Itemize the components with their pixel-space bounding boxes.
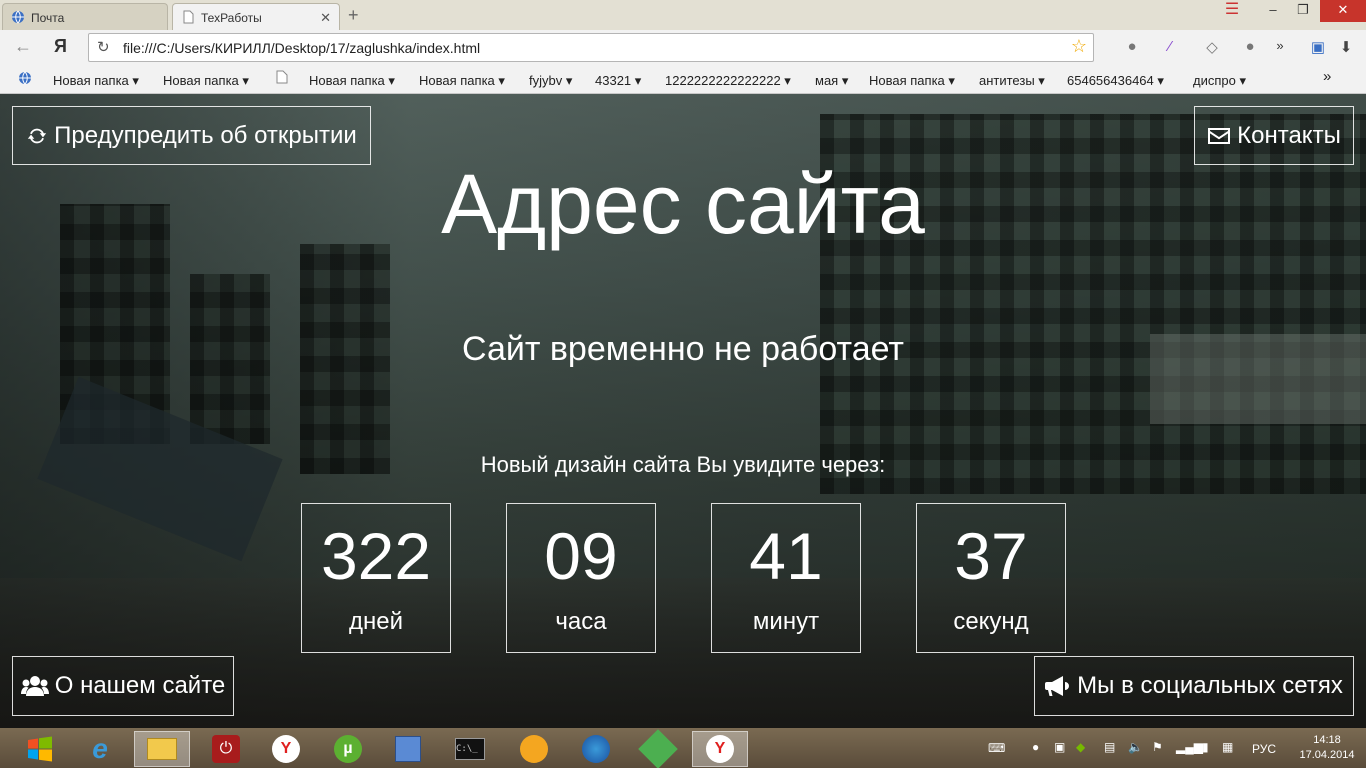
minimize-button[interactable]: – <box>1260 0 1286 22</box>
countdown-value: 09 <box>544 519 618 593</box>
bookmark-star-icon[interactable]: ☆ <box>1071 36 1087 57</box>
bookmark-folder[interactable]: 1222222222222222 ▾ <box>665 73 793 89</box>
countdown-unit: часа <box>555 608 607 635</box>
users-icon <box>20 676 49 696</box>
countdown-unit: минут <box>752 608 820 635</box>
utorrent-icon[interactable]: µ <box>320 731 376 767</box>
bookmarks-bar: Новая папка ▾ Новая папка ▾ Новая папка … <box>0 66 1366 94</box>
clock[interactable]: 14:18 17.04.2014 <box>1292 733 1362 763</box>
countdown-unit: секунд <box>953 608 1029 635</box>
window-close-button[interactable]: ✕ <box>1320 0 1366 22</box>
globe-icon <box>12 10 24 24</box>
bookmark-folder[interactable]: fyjybv ▾ <box>529 73 572 89</box>
bookmark-folder[interactable]: Новая папка ▾ <box>869 73 955 89</box>
network-icon[interactable]: ▂▄▆ <box>1176 740 1203 754</box>
lens-icon[interactable]: ● <box>1240 38 1260 58</box>
media-app-icon[interactable] <box>506 731 562 767</box>
bookmark-folder[interactable]: 43321 ▾ <box>595 73 641 89</box>
countdown-value: 41 <box>749 519 823 593</box>
internet-explorer-icon[interactable]: e <box>72 731 128 767</box>
search-icon[interactable]: ● <box>1122 38 1142 58</box>
bookmark-folder[interactable]: Новая папка ▾ <box>309 73 395 89</box>
social-networks-label: Мы в социальных сетях <box>1077 672 1343 699</box>
tray-app-icon[interactable]: ▤ <box>1104 740 1115 754</box>
about-site-label: О нашем сайте <box>54 672 226 699</box>
tray-app-icon[interactable]: ● <box>1032 740 1039 754</box>
battery-icon[interactable]: ▮ <box>1202 740 1209 754</box>
reload-icon[interactable]: ↻ <box>97 38 110 56</box>
page-icon <box>183 10 194 24</box>
bookmarks-more-button[interactable]: » <box>1323 68 1331 85</box>
countdown-value: 322 <box>320 519 432 593</box>
yandex-browser-active-icon[interactable]: Y <box>692 731 748 767</box>
colorful-app-icon[interactable] <box>568 731 624 767</box>
tab-mail[interactable]: Почта <box>2 3 168 30</box>
bookmark-folder[interactable]: антитезы ▾ <box>979 73 1045 89</box>
bookmark-folder[interactable]: мая ▾ <box>815 73 848 89</box>
countdown-hours: 09 часа <box>506 503 656 653</box>
image-icon[interactable]: ▣ <box>1308 38 1328 58</box>
tab-techworks[interactable]: ТехРаботы ✕ <box>172 3 340 30</box>
yandex-icon[interactable]: Я <box>54 36 67 57</box>
megaphone-icon <box>1045 676 1070 696</box>
envelope-icon <box>1208 127 1231 144</box>
download-icon[interactable]: ⬇ <box>1336 38 1356 58</box>
volume-icon[interactable]: 🔈 <box>1128 740 1143 754</box>
maximize-button[interactable]: ❐ <box>1290 0 1316 22</box>
page-icon[interactable] <box>276 70 288 87</box>
address-text[interactable]: file:///C:/Users/КИРИЛЛ/Desktop/17/zaglu… <box>123 40 480 56</box>
keyboard-icon[interactable]: ⌨ <box>988 741 1005 755</box>
bookmark-folder[interactable]: 654656436464 ▾ <box>1067 73 1164 89</box>
maintenance-page: Предупредить об открытии Контакты Адрес … <box>0 94 1366 728</box>
feather-icon[interactable]: ⁄ <box>1160 38 1180 58</box>
tray-app-icon[interactable]: ▦ <box>1222 740 1233 754</box>
tab-strip: Почта ТехРаботы ✕ + ☰ – ❐ ✕ <box>0 0 1366 30</box>
notify-opening-label: Предупредить об открытии <box>54 121 357 149</box>
countdown-unit: дней <box>348 608 403 635</box>
file-explorer-icon[interactable] <box>134 731 190 767</box>
social-networks-button[interactable]: Мы в социальных сетях <box>1034 656 1354 716</box>
bookmark-folder[interactable]: Новая папка ▾ <box>163 73 249 89</box>
countdown-seconds: 37 секунд <box>916 503 1066 653</box>
countdown-days: 322 дней <box>301 503 451 653</box>
clock-time: 14:18 <box>1313 734 1341 746</box>
flag-icon[interactable]: ⚑ <box>1152 740 1163 754</box>
tab-label: ТехРаботы <box>201 11 262 25</box>
countdown-minutes: 41 минут <box>711 503 861 653</box>
menu-icon[interactable]: ☰ <box>1218 0 1246 22</box>
more-extensions-icon[interactable]: » <box>1270 38 1290 58</box>
tab-label: Почта <box>31 11 65 25</box>
countdown-caption: Новый дизайн сайта Вы увидите через: <box>480 452 886 477</box>
navigation-bar: ← Я ↻ file:///C:/Users/КИРИЛЛ/Desktop/17… <box>0 30 1366 66</box>
taskbar: e ⏻ Y µ C:\_ Y ⌨ ● ▣ ◆ ▤ 🔈 ⚑ ▂▄▆ ▮ ▦ РУС… <box>0 728 1366 768</box>
tray-app-icon[interactable]: ▣ <box>1054 740 1065 754</box>
close-tab-icon[interactable]: ✕ <box>320 10 331 26</box>
power-app-icon[interactable]: ⏻ <box>198 731 254 767</box>
address-bar[interactable]: ↻ file:///C:/Users/КИРИЛЛ/Desktop/17/zag… <box>88 33 1094 62</box>
page-subtitle: Сайт временно не работает <box>462 330 904 368</box>
nvidia-icon[interactable]: ◆ <box>1076 740 1085 754</box>
bookmark-folder[interactable]: Новая папка ▾ <box>419 73 505 89</box>
windows-start-icon[interactable] <box>12 731 68 767</box>
page-title: Адрес сайта <box>441 157 925 251</box>
back-icon[interactable]: ← <box>14 36 32 57</box>
command-prompt-icon[interactable]: C:\_ <box>442 731 498 767</box>
bookmark-folder[interactable]: диспро ▾ <box>1193 73 1246 89</box>
yandex-browser-icon[interactable]: Y <box>258 731 314 767</box>
countdown-value: 37 <box>954 519 1028 593</box>
new-tab-button[interactable]: + <box>348 5 359 26</box>
language-indicator[interactable]: РУС <box>1252 742 1276 756</box>
shield-icon[interactable]: ◇ <box>1202 38 1222 58</box>
about-site-button[interactable]: О нашем сайте <box>12 656 234 716</box>
notepad-icon[interactable] <box>380 731 436 767</box>
contacts-label: Контакты <box>1237 121 1341 149</box>
refresh-icon <box>28 128 47 143</box>
clock-date: 17.04.2014 <box>1299 749 1355 761</box>
bookmark-folder[interactable]: Новая папка ▾ <box>53 73 139 89</box>
search-app-icon[interactable] <box>630 729 686 768</box>
globe-icon[interactable] <box>18 71 32 88</box>
